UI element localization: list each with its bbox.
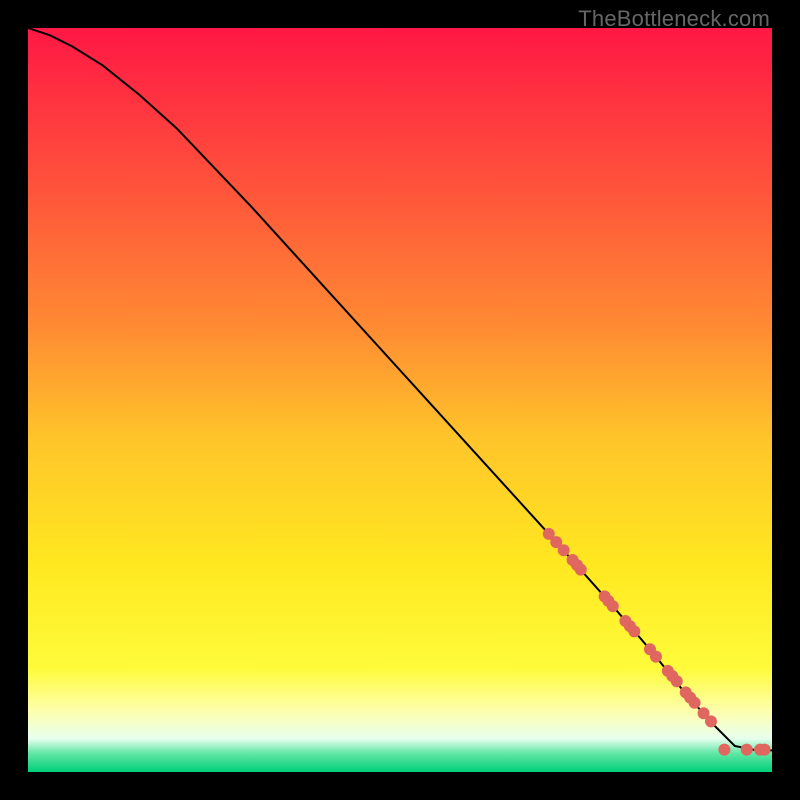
scatter-point — [607, 600, 619, 612]
scatter-point — [689, 697, 701, 709]
scatter-point — [759, 744, 771, 756]
chart-stage: TheBottleneck.com — [0, 0, 800, 800]
scatter-point — [705, 715, 717, 727]
scatter-point — [650, 651, 662, 663]
scatter-point — [558, 544, 570, 556]
chart-svg — [28, 28, 772, 772]
scatter-point — [628, 625, 640, 637]
scatter-point — [671, 675, 683, 687]
scatter-point — [718, 744, 730, 756]
scatter-point — [741, 744, 753, 756]
scatter-point — [575, 564, 587, 576]
plot-area — [28, 28, 772, 772]
